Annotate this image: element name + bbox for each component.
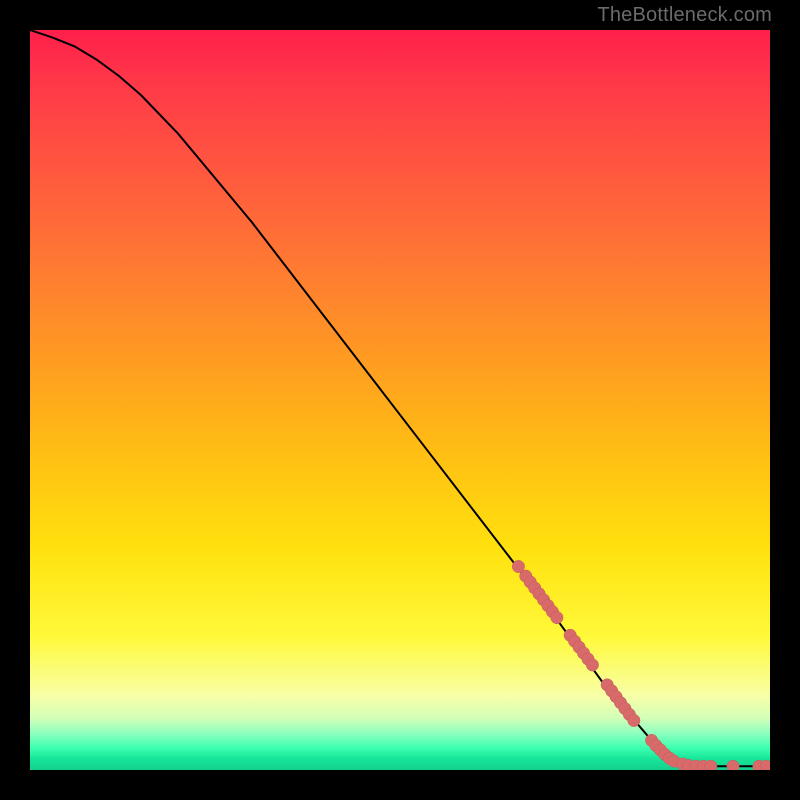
data-point <box>551 611 563 623</box>
watermark-text: TheBottleneck.com <box>597 4 772 27</box>
bottleneck-curve <box>30 30 770 766</box>
data-point <box>628 714 640 726</box>
data-point <box>705 760 717 770</box>
data-point <box>727 760 739 770</box>
data-point <box>586 659 598 671</box>
chart-overlay <box>30 30 770 770</box>
data-points <box>512 560 770 770</box>
plot-area <box>30 30 770 770</box>
chart-stage: TheBottleneck.com <box>0 0 800 800</box>
